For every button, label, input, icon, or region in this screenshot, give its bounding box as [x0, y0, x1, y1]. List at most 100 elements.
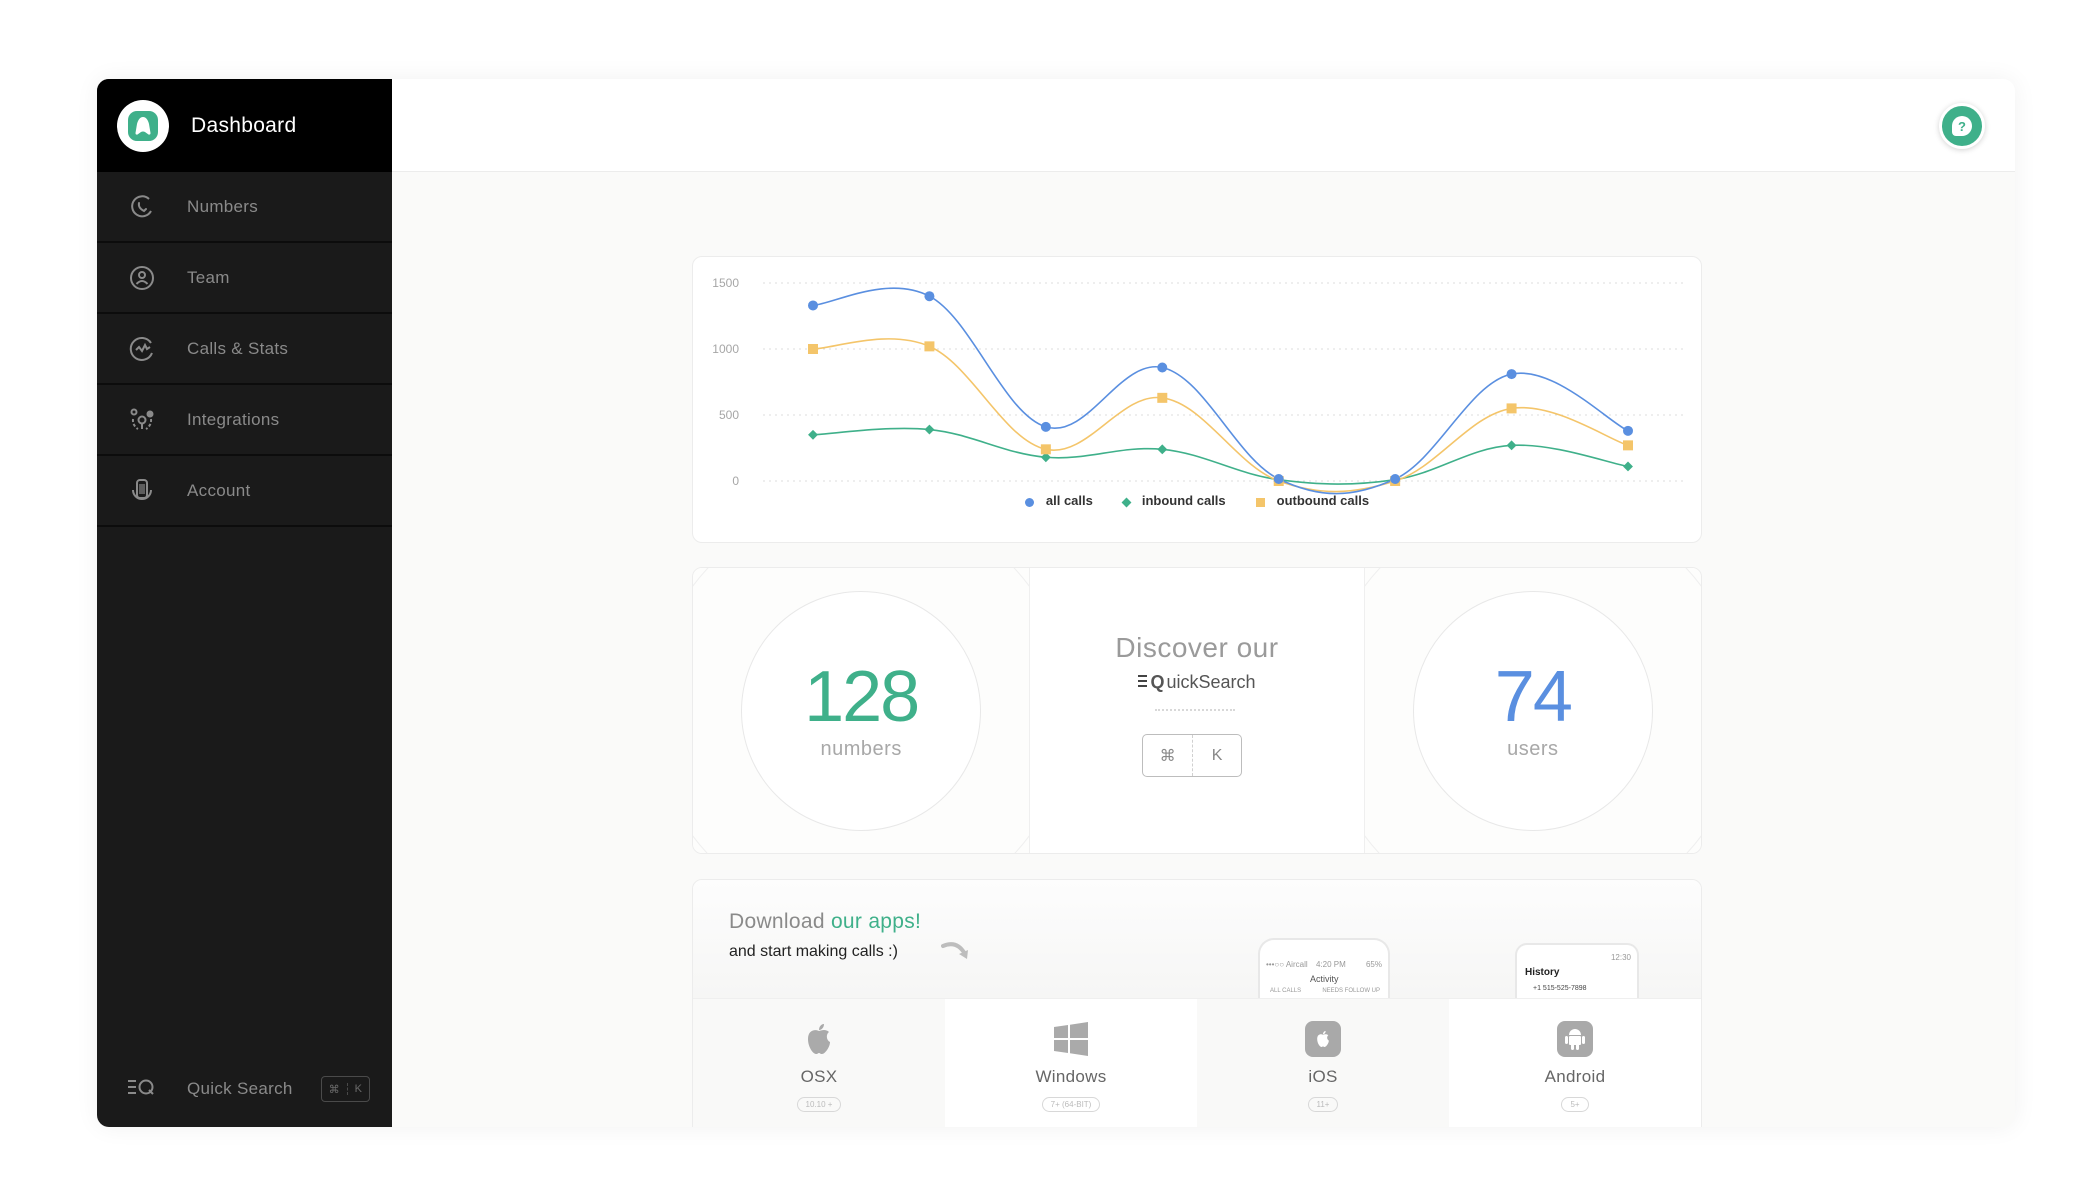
preview-entry: +1 515-525-7898 — [1533, 985, 1587, 992]
sidebar-item-numbers[interactable]: Numbers — [97, 172, 392, 243]
calls-chart-card: 0 500 1000 1500 all calls inbound calls out… — [692, 256, 1702, 543]
data-point — [808, 344, 818, 354]
download-subtitle: and start making calls :) — [729, 943, 898, 960]
data-point — [808, 300, 818, 311]
legend-item-all-calls[interactable]: all calls — [1024, 493, 1093, 508]
preview-time: 4:20 PM — [1316, 960, 1346, 969]
aircall-logo-icon — [128, 110, 158, 141]
sidebar: Dashboard Numbers Team Calls & Stats Int… — [97, 79, 392, 1127]
preview-tab: ALL CALLS — [1270, 988, 1302, 994]
sidebar-item-label: Integrations — [187, 409, 280, 429]
download-title-plain: Download — [729, 910, 831, 933]
discover-title: Discover our — [1115, 632, 1279, 663]
download-title-accent: our apps! — [830, 910, 922, 933]
download-osx[interactable]: OSX 10.10 + — [693, 999, 945, 1127]
data-point — [1390, 474, 1401, 485]
preview-battery: 65% — [1365, 960, 1382, 969]
preview-time: 12:30 — [1610, 953, 1631, 962]
download-title: Download our apps! — [729, 910, 921, 934]
data-point — [1040, 421, 1051, 432]
download-android[interactable]: Android 5+ — [1449, 999, 1701, 1127]
app-version: 5+ — [1561, 1097, 1589, 1112]
phone-icon — [127, 192, 157, 222]
brand-q: Q — [1150, 672, 1165, 692]
preview-carrier: •••○○ Aircall — [1266, 960, 1308, 969]
download-windows[interactable]: Windows 7+ (64-BIT) — [945, 999, 1197, 1127]
shortcut-badge: ⌘ K — [320, 1076, 370, 1102]
numbers-stat[interactable]: 128 numbers — [693, 568, 1030, 853]
download-header: Download our apps! and start making call… — [693, 880, 1701, 998]
quick-search-label: Quick Search — [187, 1079, 293, 1098]
numbers-count: 128 — [804, 657, 920, 737]
main-content: ? 0 500 1000 1500 all calls inbound calls o… — [392, 79, 2015, 1127]
stats-card: 128 numbers Discover our QuickSearch ⌘ K — [692, 567, 1702, 854]
sidebar-header: Dashboard — [97, 79, 392, 172]
apple-icon — [801, 1021, 837, 1057]
quicksearch-shortcut-button[interactable]: ⌘ K — [1142, 734, 1243, 777]
numbers-label: numbers — [820, 738, 902, 760]
divider — [1155, 709, 1236, 711]
data-point — [1506, 369, 1517, 380]
building-icon — [127, 476, 157, 506]
help-icon: ? — [1952, 116, 1972, 136]
sidebar-item-account[interactable]: Account — [97, 456, 392, 527]
sidebar-item-label: Team — [187, 267, 230, 287]
topbar: ? — [392, 79, 2015, 172]
data-point — [1623, 461, 1633, 472]
data-point — [1623, 425, 1633, 436]
app-download-list: OSX 10.10 + Windows 7+ (64-BIT) iOS 11+ — [693, 998, 1701, 1127]
android-app-preview: 12:30 History +1 515-525-7898 — [1515, 943, 1639, 998]
legend-label: all calls — [1045, 493, 1093, 508]
data-point — [924, 424, 935, 435]
download-ios[interactable]: iOS 11+ — [1197, 999, 1449, 1127]
brand-rest: uickSearch — [1166, 672, 1256, 692]
data-point — [1157, 444, 1168, 455]
y-tick-label: 1500 — [712, 276, 739, 290]
legend-item-outbound-calls[interactable]: outbound calls — [1255, 493, 1370, 508]
curved-arrow-icon — [941, 938, 973, 969]
square-marker-icon — [1255, 498, 1265, 507]
data-point — [1040, 444, 1051, 455]
windows-icon — [1053, 1021, 1089, 1057]
legend-item-inbound-calls[interactable]: inbound calls — [1121, 493, 1226, 508]
users-label: users — [1507, 738, 1559, 760]
k-key: K — [1191, 735, 1242, 776]
sidebar-item-label: Numbers — [187, 196, 259, 216]
app-version: 11+ — [1307, 1097, 1339, 1112]
data-point — [1157, 362, 1168, 373]
y-tick-label: 500 — [719, 408, 739, 422]
download-apps-card: Download our apps! and start making call… — [692, 879, 1702, 1127]
data-point — [1506, 440, 1517, 451]
series-line-all-calls — [812, 287, 1629, 495]
data-point — [808, 429, 818, 440]
sidebar-item-calls-stats[interactable]: Calls & Stats — [97, 314, 392, 385]
k-key: K — [346, 1083, 369, 1095]
app-version: 10.10 + — [796, 1097, 842, 1112]
quick-search-icon — [127, 1077, 157, 1102]
diamond-marker-icon — [1121, 497, 1132, 508]
logo[interactable] — [117, 99, 169, 152]
sidebar-item-team[interactable]: Team — [97, 243, 392, 314]
data-point — [1506, 403, 1517, 414]
circle-marker-icon — [1024, 498, 1034, 507]
legend-label: inbound calls — [1141, 493, 1226, 508]
data-point — [1157, 392, 1168, 403]
data-point — [1623, 440, 1633, 451]
app-name: iOS — [1308, 1067, 1338, 1086]
y-tick-label: 0 — [732, 474, 739, 488]
chart-legend: all calls inbound calls outbound calls — [693, 493, 1701, 508]
ios-icon — [1305, 1021, 1341, 1057]
sidebar-item-integrations[interactable]: Integrations — [97, 385, 392, 456]
app-window: Dashboard Numbers Team Calls & Stats Int… — [97, 79, 2015, 1127]
legend-label: outbound calls — [1276, 493, 1370, 508]
users-stat[interactable]: 74 users — [1364, 568, 1701, 853]
activity-icon — [127, 334, 157, 364]
quick-search-button[interactable]: Quick Search ⌘ K — [127, 1069, 370, 1109]
preview-tab: NEEDS FOLLOW UP — [1322, 988, 1380, 994]
y-tick-label: 1000 — [712, 342, 739, 356]
app-name: Android — [1544, 1067, 1606, 1086]
help-button[interactable]: ? — [1939, 103, 1985, 149]
sidebar-item-label: Account — [187, 480, 251, 500]
app-name: Windows — [1035, 1067, 1107, 1086]
user-circle-icon — [127, 263, 157, 293]
